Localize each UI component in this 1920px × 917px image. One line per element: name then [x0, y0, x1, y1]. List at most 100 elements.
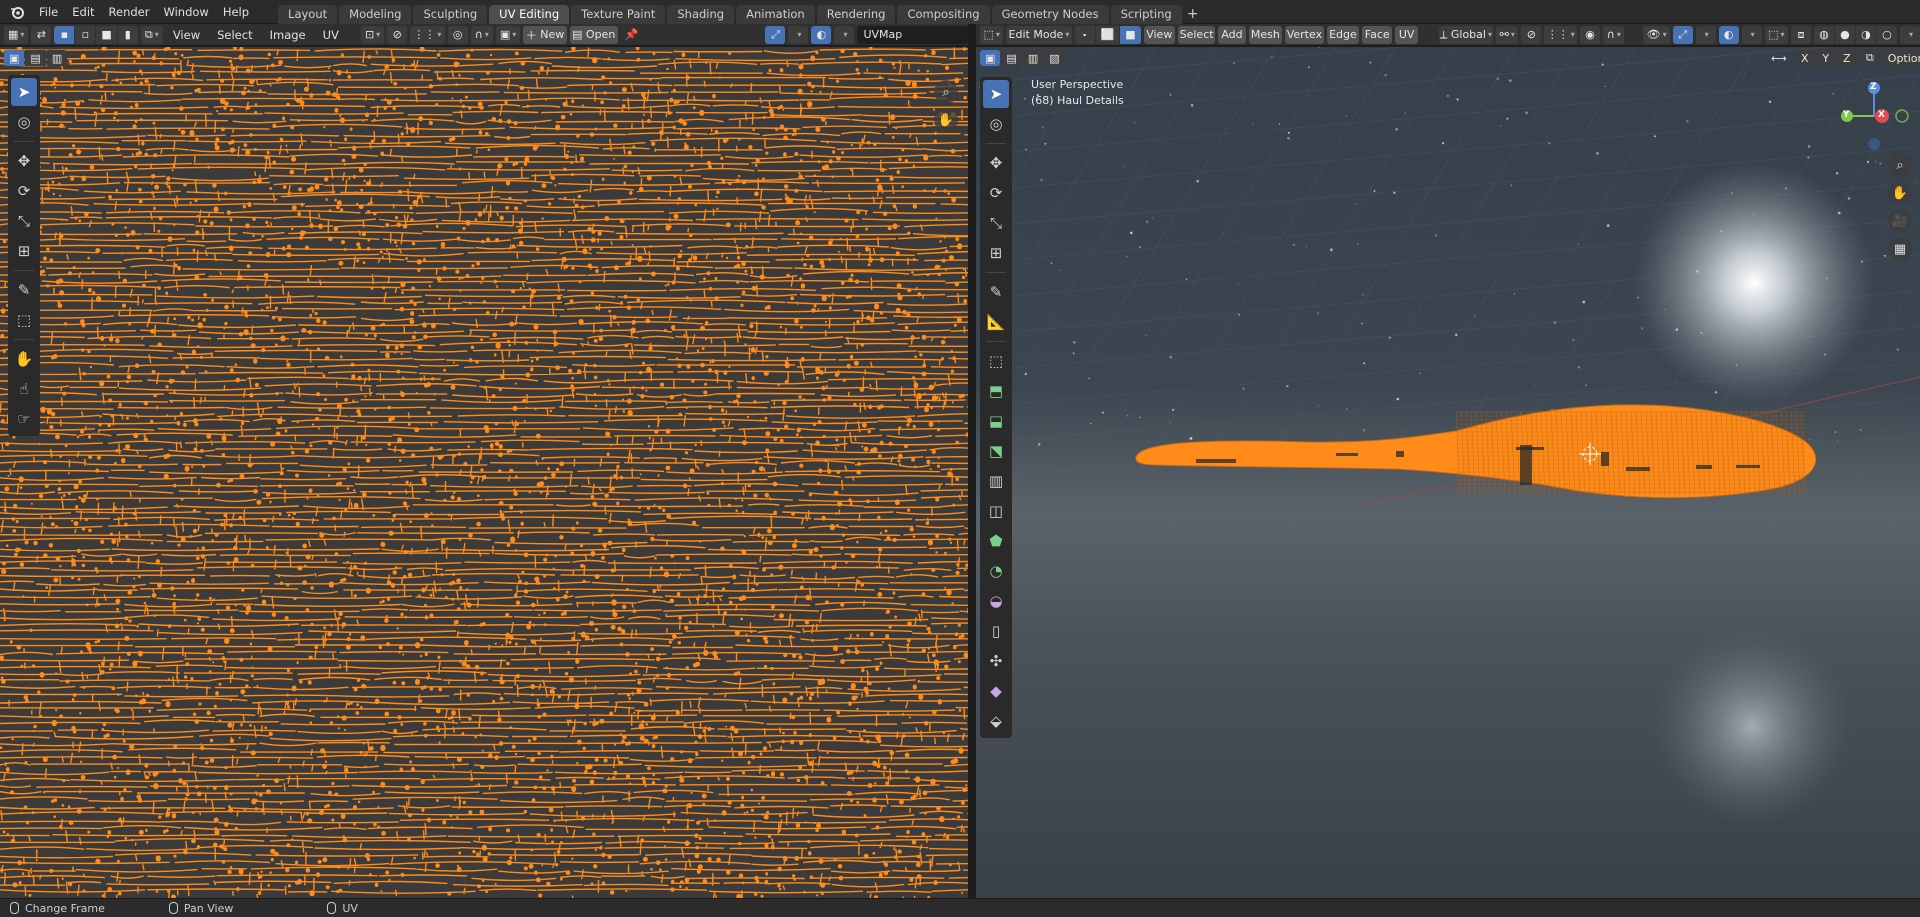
tab-rendering[interactable]: Rendering	[816, 4, 896, 24]
menu-help[interactable]: Help	[216, 2, 256, 22]
vp-new-selection-icon[interactable]: ▣	[980, 50, 1001, 66]
extend-selection-icon[interactable]: ▤	[25, 50, 46, 66]
snap-toggle-icon[interactable]: ⊘	[1521, 25, 1542, 44]
mirror-y-button[interactable]: Y	[1815, 50, 1836, 66]
vertex-select-icon[interactable]: ▪	[54, 25, 75, 44]
proportional-edit-icon[interactable]: ◎	[447, 25, 468, 44]
snap-icon[interactable]: ⊘	[387, 25, 408, 44]
island-select-icon[interactable]: ▮	[117, 25, 138, 44]
vp-subtract-selection-icon[interactable]: ▥	[1022, 50, 1044, 66]
open-image-button[interactable]: ▤ Open	[569, 25, 618, 44]
rotate-tool-icon[interactable]: ⟳	[11, 177, 37, 205]
vp-zoom-icon[interactable]: ⌕	[1888, 153, 1912, 177]
transform-tool-icon[interactable]: ⊞	[11, 237, 37, 265]
select-tool-icon[interactable]: ➤	[11, 78, 37, 106]
bevel-tool-icon[interactable]: ⬔	[983, 437, 1009, 465]
vp-transform-tool-icon[interactable]: ⊞	[983, 239, 1009, 267]
uvmap-field[interactable]: UVMap	[857, 25, 968, 44]
proportional-toggle-icon[interactable]: ◉	[1580, 25, 1601, 44]
annotate-tool-icon[interactable]: ✎	[11, 276, 37, 304]
pan-icon[interactable]: ✋	[934, 108, 958, 132]
axis-gizmo[interactable]: Z Y X	[1838, 80, 1910, 152]
face-select-icon[interactable]: ■	[96, 25, 117, 44]
inset-tool-icon[interactable]: ⬓	[983, 407, 1009, 435]
vp-rotate-tool-icon[interactable]: ⟳	[983, 179, 1009, 207]
add-cube-tool-icon[interactable]: ⬚	[983, 347, 1009, 375]
tab-sculpting[interactable]: Sculpting	[413, 4, 488, 24]
vp-menu-add[interactable]: Add	[1218, 25, 1246, 44]
vp-move-tool-icon[interactable]: ✥	[983, 149, 1009, 177]
vp-overlay-dropdown-icon[interactable]: ▾	[1741, 25, 1762, 44]
xray-toggle-icon[interactable]: ⧈	[1790, 25, 1811, 44]
solid-shading-icon[interactable]: ●	[1834, 25, 1855, 44]
smooth-tool-icon[interactable]: ◒	[983, 587, 1009, 615]
subtract-selection-icon[interactable]: ▥	[46, 50, 68, 66]
orientation-dropdown[interactable]: ⟂ Global ▾	[1438, 25, 1494, 44]
falloff-icon[interactable]: ∩ ▾	[470, 25, 493, 44]
auto-merge-icon[interactable]: ⧉	[1859, 50, 1880, 66]
sync-selection-icon[interactable]: ⇄	[31, 25, 52, 44]
vp-annotate-tool-icon[interactable]: ✎	[983, 278, 1009, 306]
zoom-icon[interactable]: ⌕	[934, 80, 958, 104]
uv-menu-view[interactable]: View	[166, 25, 207, 45]
shading-dropdown-icon[interactable]: ▾	[1899, 25, 1920, 44]
gizmo-dropdown-icon[interactable]: ▾	[788, 25, 809, 44]
viewport-editor-type-icon[interactable]: ⬚ ▾	[980, 25, 1004, 44]
loop-cut-tool-icon[interactable]: ▥	[983, 467, 1009, 495]
vp-menu-face[interactable]: Face	[1362, 25, 1393, 44]
mode-dropdown[interactable]: Edit Mode ▾	[1006, 25, 1072, 44]
vp-pan-icon[interactable]: ✋	[1888, 181, 1912, 205]
pinch-tool-icon[interactable]: ☞	[11, 405, 37, 433]
tab-scripting[interactable]: Scripting	[1110, 4, 1182, 24]
tab-geometry-nodes[interactable]: Geometry Nodes	[991, 4, 1109, 24]
options-dropdown[interactable]: Options▾	[1882, 50, 1920, 66]
vp-extend-selection-icon[interactable]: ▤	[1001, 50, 1022, 66]
new-image-button[interactable]: ＋ New	[523, 25, 567, 44]
face-mode-icon[interactable]: ■	[1120, 25, 1141, 44]
rendered-shading-icon[interactable]: ○	[1876, 25, 1897, 44]
vp-menu-select[interactable]: Select	[1177, 25, 1216, 44]
camera-view-icon[interactable]: 🎥	[1888, 209, 1912, 233]
tab-animation[interactable]: Animation	[736, 4, 815, 24]
mesh-edit-overlay-icon[interactable]: ⬚ ▾	[1764, 25, 1788, 44]
snap-settings-icon[interactable]: ⋮⋮ ▾	[1544, 25, 1578, 44]
vp-menu-uv[interactable]: UV	[1395, 25, 1418, 44]
mirror-z-button[interactable]: Z	[1836, 50, 1857, 66]
image-browse-icon[interactable]: ▣ ▾	[495, 25, 521, 44]
relax-tool-icon[interactable]: ☝	[11, 375, 37, 403]
sticky-select-icon[interactable]: ⧉ ▾	[140, 25, 163, 44]
material-shading-icon[interactable]: ◑	[1855, 25, 1876, 44]
pivot-icon[interactable]: ⊡ ▾	[360, 25, 385, 44]
scale-tool-icon[interactable]: ⤡	[11, 207, 37, 235]
blender-logo-icon[interactable]	[6, 1, 28, 23]
area-divider[interactable]	[968, 24, 976, 898]
vp-overlay-icon[interactable]: ◐	[1718, 25, 1739, 44]
extrude-tool-icon[interactable]: ⬒	[983, 377, 1009, 405]
edge-select-icon[interactable]: ▫	[75, 25, 96, 44]
tab-modeling[interactable]: Modeling	[339, 4, 412, 24]
vertex-mode-icon[interactable]: ⬝	[1074, 25, 1095, 44]
editor-type-icon[interactable]: ▦ ▾	[4, 25, 29, 44]
add-workspace-icon[interactable]: +	[1184, 5, 1202, 24]
uv-menu-select[interactable]: Select	[210, 25, 259, 45]
menu-render[interactable]: Render	[102, 2, 157, 22]
snap-target-icon[interactable]: ⋮⋮ ▾	[410, 25, 445, 44]
tab-shading[interactable]: Shading	[667, 4, 735, 24]
shear-tool-icon[interactable]: ◆	[983, 677, 1009, 705]
rip-tool-icon[interactable]: ⬚	[11, 306, 37, 334]
tab-texture-paint[interactable]: Texture Paint	[571, 4, 666, 24]
menu-window[interactable]: Window	[156, 2, 215, 22]
edge-mode-icon[interactable]: ⬜	[1095, 25, 1120, 44]
vp-cursor-tool-icon[interactable]: ◎	[983, 110, 1009, 138]
menu-file[interactable]: File	[32, 2, 65, 22]
menu-edit[interactable]: Edit	[65, 2, 101, 22]
overlay-toggle-icon[interactable]: ◐	[811, 25, 832, 44]
knife-tool-icon[interactable]: ◫	[983, 497, 1009, 525]
tab-layout[interactable]: Layout	[278, 4, 338, 24]
vp-select-tool-icon[interactable]: ➤	[983, 80, 1009, 108]
tab-compositing[interactable]: Compositing	[897, 4, 990, 24]
pivot-point-icon[interactable]: ⚯ ▾	[1496, 25, 1519, 44]
vp-invert-selection-icon[interactable]: ▧	[1044, 50, 1065, 66]
spin-tool-icon[interactable]: ◔	[983, 557, 1009, 585]
poly-build-tool-icon[interactable]: ⬟	[983, 527, 1009, 555]
